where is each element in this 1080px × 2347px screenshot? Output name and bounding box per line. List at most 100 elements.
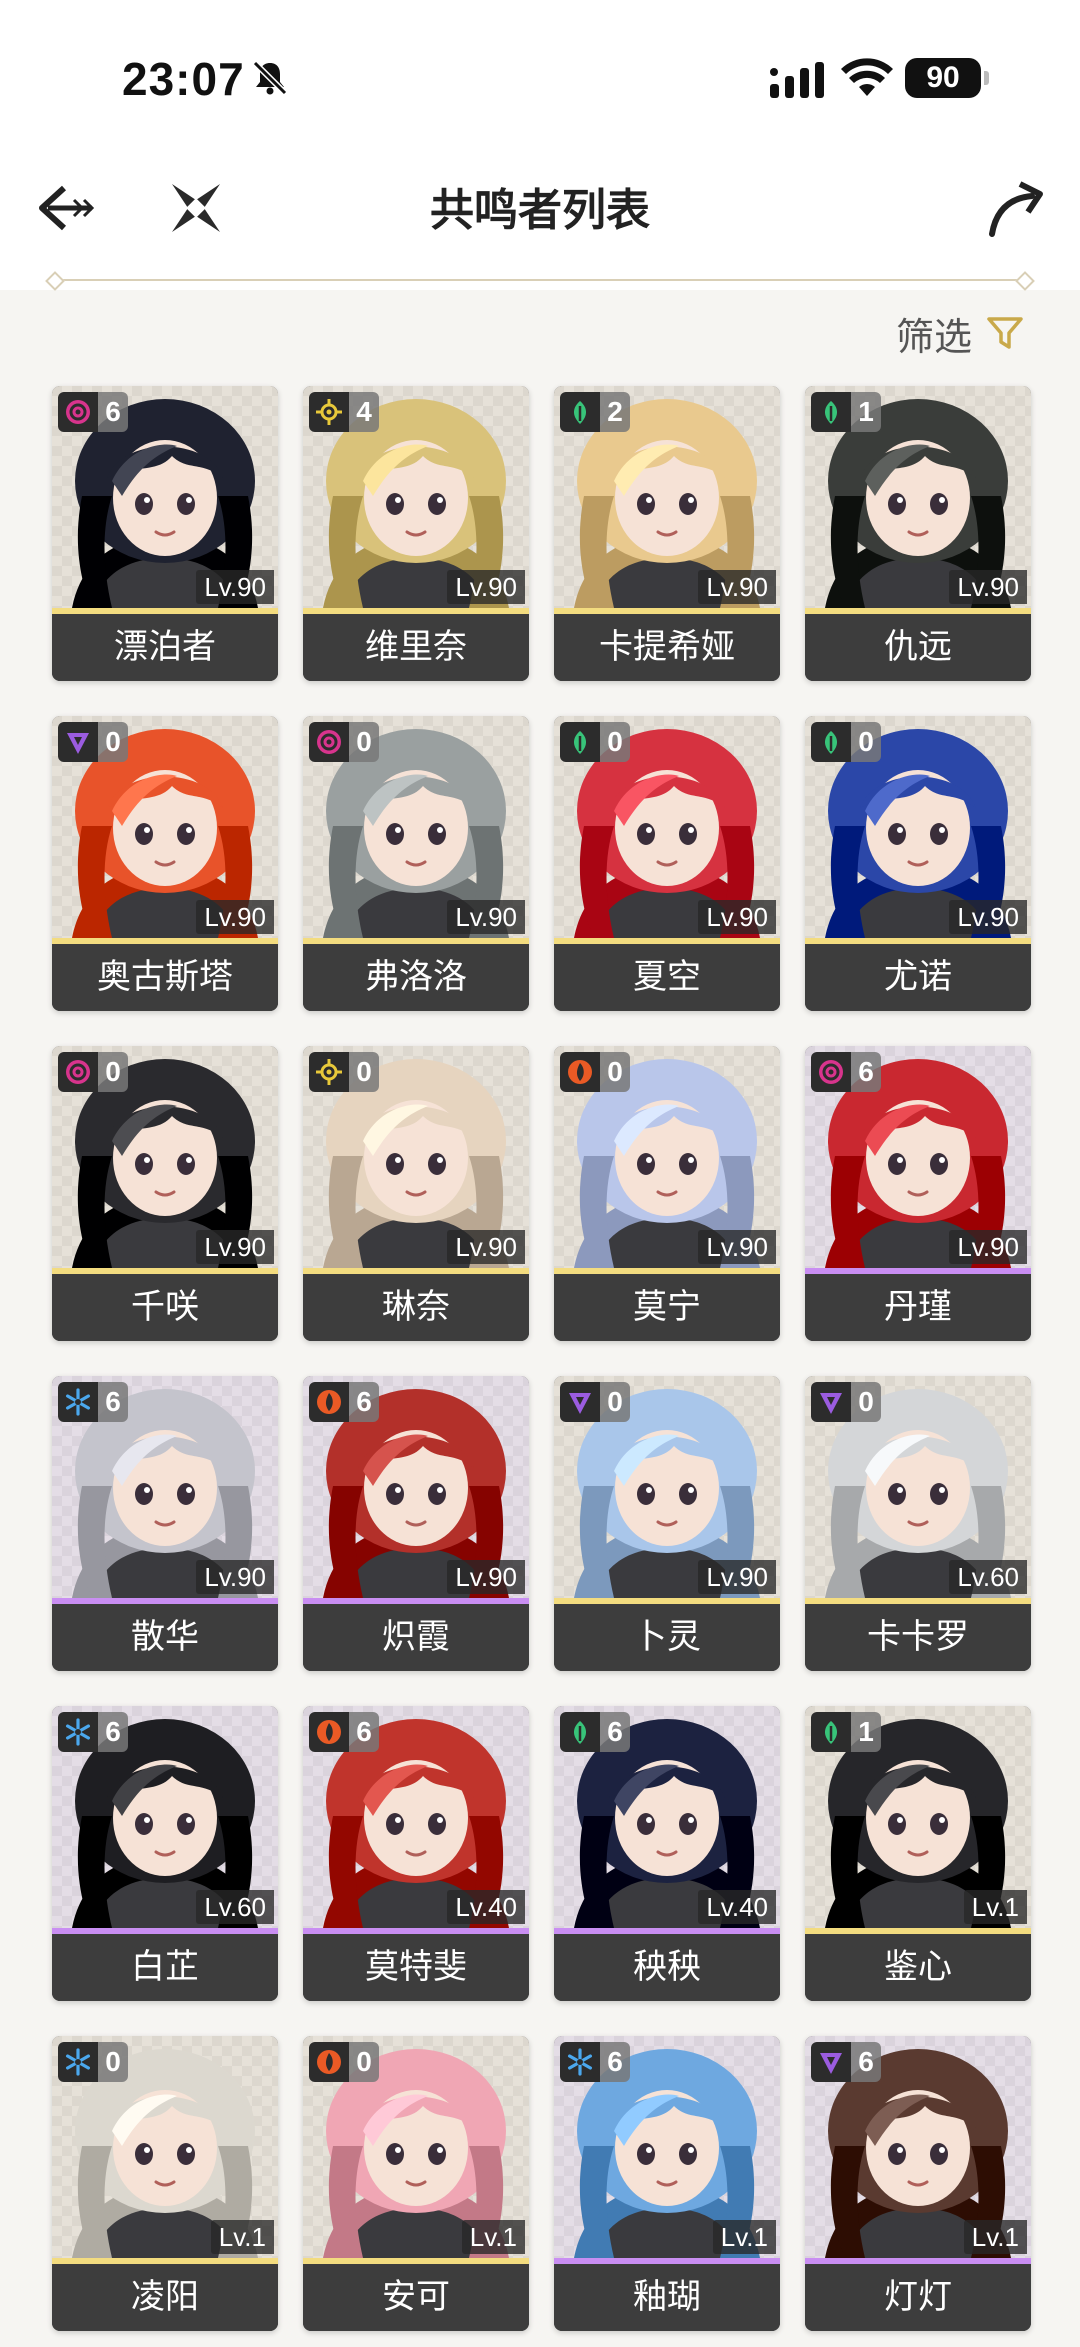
- electro-element-icon: [560, 1382, 600, 1422]
- sequence-count: 0: [600, 722, 630, 762]
- character-card[interactable]: 6 Lv.40 莫特斐: [303, 1706, 529, 2001]
- sequence-count: 0: [98, 722, 128, 762]
- character-badge: 6: [58, 392, 128, 432]
- character-name: 鉴心: [805, 1934, 1031, 2001]
- nav-bar: 共鸣者列表: [0, 150, 1080, 270]
- sequence-count: 6: [349, 1382, 379, 1422]
- character-badge: 6: [560, 1712, 630, 1752]
- character-card[interactable]: 0 Lv.90 尤诺: [805, 716, 1031, 1011]
- character-card[interactable]: 0 Lv.90 卜灵: [554, 1376, 780, 1671]
- share-icon[interactable]: [978, 170, 1054, 246]
- character-card[interactable]: 0 Lv.90 奥古斯塔: [52, 716, 278, 1011]
- character-name: 凌阳: [52, 2264, 278, 2331]
- sequence-count: 0: [349, 2042, 379, 2082]
- sequence-count: 0: [349, 1052, 379, 1092]
- character-name: 散华: [52, 1604, 278, 1671]
- character-card[interactable]: 6 Lv.1 灯灯: [805, 2036, 1031, 2331]
- character-name: 漂泊者: [52, 614, 278, 681]
- character-card[interactable]: 0 Lv.90 莫宁: [554, 1046, 780, 1341]
- character-card[interactable]: 6 Lv.1 釉瑚: [554, 2036, 780, 2331]
- character-badge: 1: [811, 392, 881, 432]
- character-name: 秧秧: [554, 1934, 780, 2001]
- character-card[interactable]: 0 Lv.90 琳奈: [303, 1046, 529, 1341]
- character-badge: 0: [560, 1052, 630, 1092]
- character-card[interactable]: 0 Lv.90 千咲: [52, 1046, 278, 1341]
- filter-label: 筛选: [895, 314, 972, 359]
- character-card[interactable]: 0 Lv.90 弗洛洛: [303, 716, 529, 1011]
- character-name: 安可: [303, 2264, 529, 2331]
- character-badge: 6: [309, 1712, 379, 1752]
- character-name: 卡提希娅: [554, 614, 780, 681]
- character-level: Lv.90: [447, 1230, 525, 1264]
- character-badge: 0: [58, 722, 128, 762]
- havoc-element-icon: [58, 1052, 98, 1092]
- character-name: 卜灵: [554, 1604, 780, 1671]
- sequence-count: 0: [600, 1052, 630, 1092]
- character-badge: 6: [58, 1382, 128, 1422]
- electro-element-icon: [811, 1382, 851, 1422]
- character-badge: 6: [58, 1712, 128, 1752]
- character-card[interactable]: 6 Lv.90 炽霞: [303, 1376, 529, 1671]
- header-divider: [0, 270, 1080, 291]
- sequence-count: 1: [851, 1712, 881, 1752]
- character-level: Lv.90: [698, 900, 776, 934]
- character-card[interactable]: 6 Lv.90 漂泊者: [52, 386, 278, 681]
- havoc-element-icon: [58, 392, 98, 432]
- character-level: Lv.90: [698, 1230, 776, 1264]
- character-name: 灯灯: [805, 2264, 1031, 2331]
- sequence-count: 6: [98, 1712, 128, 1752]
- sequence-count: 0: [349, 722, 379, 762]
- character-card[interactable]: 6 Lv.90 丹瑾: [805, 1046, 1031, 1341]
- character-badge: 0: [560, 1382, 630, 1422]
- sequence-count: 0: [600, 1382, 630, 1422]
- character-level: Lv.90: [949, 900, 1027, 934]
- character-name: 丹瑾: [805, 1274, 1031, 1341]
- character-level: Lv.90: [698, 1560, 776, 1594]
- character-card[interactable]: 1 Lv.1 鉴心: [805, 1706, 1031, 2001]
- character-card[interactable]: 0 Lv.1 安可: [303, 2036, 529, 2331]
- character-level: Lv.90: [949, 570, 1027, 604]
- character-card[interactable]: 1 Lv.90 仇远: [805, 386, 1031, 681]
- character-level: Lv.1: [712, 2220, 776, 2254]
- havoc-element-icon: [811, 1052, 851, 1092]
- aero-element-icon: [811, 392, 851, 432]
- character-name: 千咲: [52, 1274, 278, 1341]
- character-card[interactable]: 0 Lv.90 夏空: [554, 716, 780, 1011]
- sequence-count: 0: [851, 722, 881, 762]
- status-time: 23:07: [122, 53, 245, 105]
- character-card[interactable]: 2 Lv.90 卡提希娅: [554, 386, 780, 681]
- filter-button[interactable]: 筛选: [896, 306, 1024, 360]
- character-name: 夏空: [554, 944, 780, 1011]
- aero-element-icon: [811, 1712, 851, 1752]
- character-badge: 6: [309, 1382, 379, 1422]
- character-card[interactable]: 0 Lv.60 卡卡罗: [805, 1376, 1031, 1671]
- electro-element-icon: [811, 2042, 851, 2082]
- character-card[interactable]: 4 Lv.90 维里奈: [303, 386, 529, 681]
- sequence-count: 6: [851, 1052, 881, 1092]
- character-badge: 0: [58, 2042, 128, 2082]
- character-badge: 0: [309, 2042, 379, 2082]
- sequence-count: 6: [600, 2042, 630, 2082]
- fusion-element-icon: [309, 1712, 349, 1752]
- character-level: Lv.90: [196, 1230, 274, 1264]
- character-card[interactable]: 6 Lv.40 秧秧: [554, 1706, 780, 2001]
- sequence-count: 4: [349, 392, 379, 432]
- signal-icon: [770, 62, 824, 98]
- character-name: 卡卡罗: [805, 1604, 1031, 1671]
- character-level: Lv.1: [210, 2220, 274, 2254]
- character-name: 维里奈: [303, 614, 529, 681]
- sequence-count: 6: [600, 1712, 630, 1752]
- sequence-count: 6: [349, 1712, 379, 1752]
- electro-element-icon: [58, 722, 98, 762]
- character-badge: 6: [811, 2042, 881, 2082]
- sequence-count: 0: [851, 1382, 881, 1422]
- character-badge: 0: [811, 722, 881, 762]
- character-badge: 0: [58, 1052, 128, 1092]
- character-name: 仇远: [805, 614, 1031, 681]
- sequence-count: 6: [851, 2042, 881, 2082]
- character-card[interactable]: 6 Lv.60 白芷: [52, 1706, 278, 2001]
- sequence-count: 2: [600, 392, 630, 432]
- character-level: Lv.40: [698, 1890, 776, 1924]
- character-card[interactable]: 6 Lv.90 散华: [52, 1376, 278, 1671]
- character-card[interactable]: 0 Lv.1 凌阳: [52, 2036, 278, 2331]
